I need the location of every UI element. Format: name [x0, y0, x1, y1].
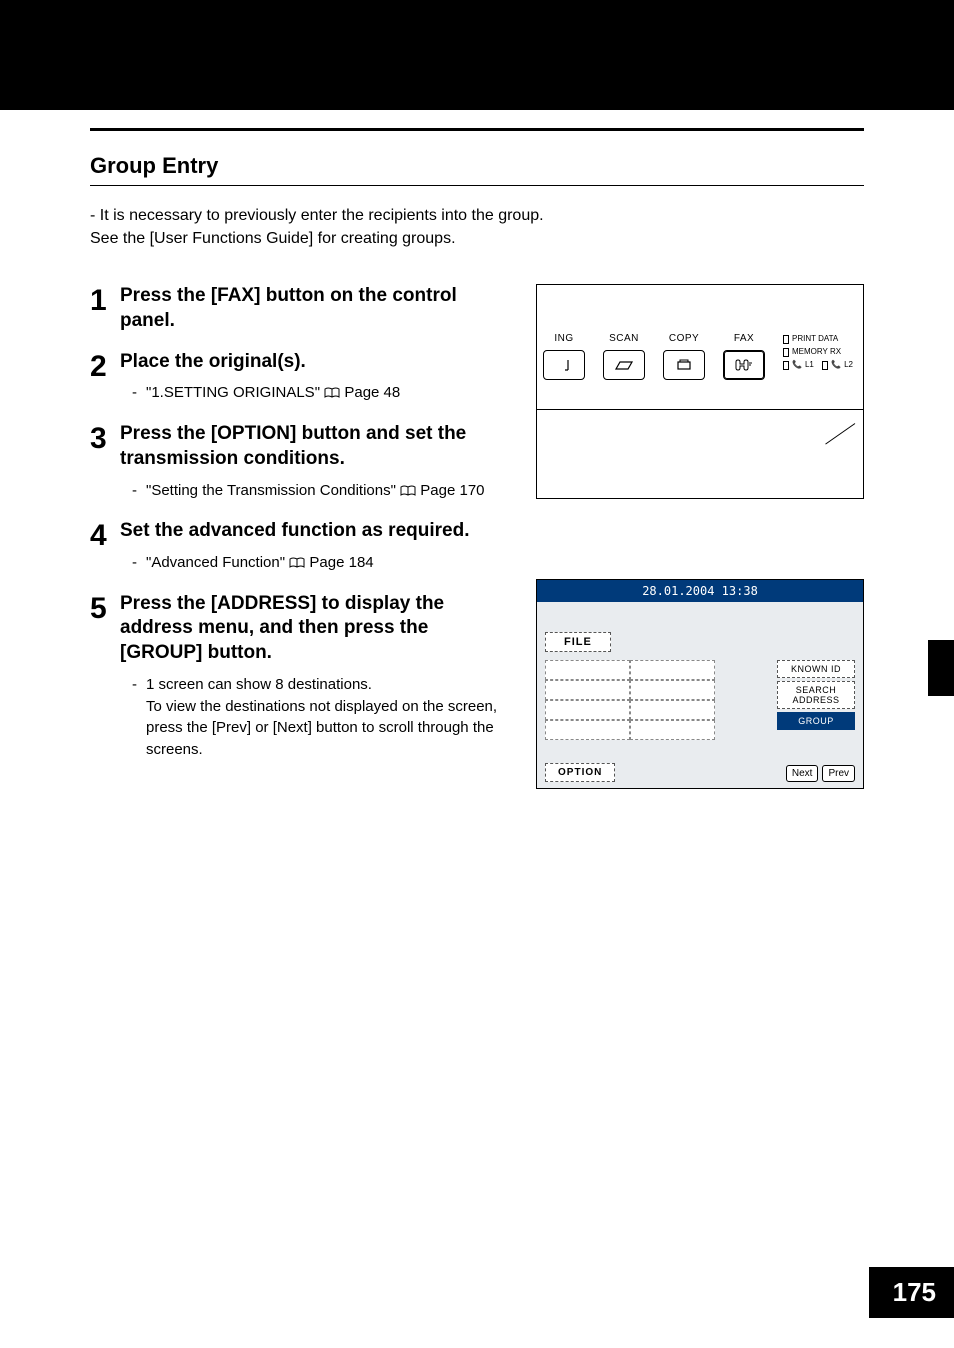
panel-divider: [537, 409, 863, 410]
panel-btn-ing[interactable]: [543, 350, 585, 380]
panel-edge-line: [825, 423, 855, 444]
address-cell[interactable]: [545, 680, 630, 700]
figure-touchscreen: 28.01.2004 13:38 FILE KNOWN ID SEARCH AD…: [536, 579, 864, 789]
led-icon: [783, 335, 789, 344]
address-cell[interactable]: [630, 720, 715, 740]
led-icon: [783, 361, 789, 370]
step-number: 4: [90, 521, 120, 551]
copy-icon: [675, 358, 693, 372]
step-3-sub: - "Setting the Transmission Conditions" …: [132, 480, 506, 502]
step-1: 1 Press the [FAX] button on the control …: [90, 284, 506, 341]
step-5-sub-line1: 1 screen can show 8 destinations.: [146, 676, 372, 693]
panel-label-copy: COPY: [663, 333, 705, 344]
step-4-sub: - "Advanced Function" Page 184: [132, 552, 506, 574]
fax-handset-icon: [734, 357, 754, 373]
step-3-title: Press the [OPTION] button and set the tr…: [120, 422, 506, 471]
header-black-bar: [0, 0, 954, 110]
panel-col-fax: FAX: [723, 333, 765, 380]
panel-btn-scan[interactable]: [603, 350, 645, 380]
intro-text: - It is necessary to previously enter th…: [90, 204, 864, 250]
touchscreen-file-tab[interactable]: FILE: [545, 632, 611, 652]
step-2-ref-text: "1.SETTING ORIGINALS": [146, 384, 324, 401]
indicator-print-data: PRINT DATA: [792, 333, 838, 346]
address-cell[interactable]: [630, 680, 715, 700]
page-number: 175: [869, 1267, 954, 1318]
step-3-page-ref: Page 170: [420, 482, 484, 499]
step-2: 2 Place the original(s). - "1.SETTING OR…: [90, 350, 506, 414]
panel-btn-fax[interactable]: [723, 350, 765, 380]
panel-label-ing: ING: [543, 333, 585, 344]
step-2-page-ref: Page 48: [344, 384, 400, 401]
step-5-title: Press the [ADDRESS] to display the addre…: [120, 592, 506, 666]
side-thumb-tab: [928, 640, 954, 696]
step-number: 2: [90, 352, 120, 382]
step-5-sub: - 1 screen can show 8 destinations. To v…: [132, 674, 506, 761]
touchscreen-next-button[interactable]: Next: [786, 765, 819, 782]
step-5: 5 Press the [ADDRESS] to display the add…: [90, 592, 506, 771]
intro-dash: -: [90, 207, 100, 224]
touchscreen-group-button[interactable]: GROUP: [777, 712, 855, 730]
led-icon: [783, 348, 789, 357]
book-icon: [400, 482, 416, 494]
section-underline: [90, 185, 864, 186]
panel-label-fax: FAX: [723, 333, 765, 344]
step-3-ref-text: "Setting the Transmission Conditions": [146, 482, 400, 499]
step-4-ref-text: "Advanced Function": [146, 554, 289, 571]
panel-indicators: PRINT DATA MEMORY RX 📞L1 📞L2: [783, 333, 853, 371]
address-cell[interactable]: [630, 700, 715, 720]
step-5-sub-line2: To view the destinations not displayed o…: [146, 696, 506, 761]
page-content: Group Entry - It is necessary to previou…: [0, 131, 954, 869]
scanner-icon: [614, 358, 634, 372]
touchscreen-search-address-button[interactable]: SEARCH ADDRESS: [777, 681, 855, 709]
touchscreen-address-grid: [545, 660, 715, 740]
step-1-title: Press the [FAX] button on the control pa…: [120, 284, 506, 333]
book-icon: [289, 554, 305, 566]
intro-line-2: See the [User Functions Guide] for creat…: [90, 230, 456, 247]
figure-control-panel: ING SCAN COPY: [536, 284, 864, 499]
touchscreen-datetime: 28.01.2004 13:38: [537, 580, 863, 602]
indicator-l1: L1: [805, 359, 814, 372]
panel-label-scan: SCAN: [603, 333, 645, 344]
step-2-title: Place the original(s).: [120, 350, 506, 375]
panel-col-scan: SCAN: [603, 333, 645, 380]
address-cell[interactable]: [545, 720, 630, 740]
section-title: Group Entry: [90, 153, 864, 179]
address-cell[interactable]: [545, 660, 630, 680]
bullet-dash: -: [132, 674, 146, 696]
step-number: 3: [90, 424, 120, 454]
bullet-dash: -: [132, 480, 146, 502]
step-4-title: Set the advanced function as required.: [120, 519, 506, 544]
panel-col-copy: COPY: [663, 333, 705, 380]
step-4: 4 Set the advanced function as required.…: [90, 519, 506, 583]
bullet-dash: -: [132, 552, 146, 574]
panel-col-ing: ING: [543, 333, 585, 380]
panel-btn-copy[interactable]: [663, 350, 705, 380]
step-4-page-ref: Page 184: [309, 554, 373, 571]
touchscreen-prev-button[interactable]: Prev: [822, 765, 855, 782]
led-icon: [822, 361, 828, 370]
step-number: 5: [90, 594, 120, 624]
scan-fragment-icon: [557, 358, 571, 372]
bullet-dash: -: [132, 382, 146, 404]
touchscreen-known-id-button[interactable]: KNOWN ID: [777, 660, 855, 678]
step-number: 1: [90, 286, 120, 316]
intro-line-1: It is necessary to previously enter the …: [100, 207, 544, 224]
book-icon: [324, 384, 340, 396]
step-3: 3 Press the [OPTION] button and set the …: [90, 422, 506, 511]
address-cell[interactable]: [630, 660, 715, 680]
touchscreen-option-button[interactable]: OPTION: [545, 763, 615, 782]
indicator-l2: L2: [844, 359, 853, 372]
step-2-sub: - "1.SETTING ORIGINALS" Page 48: [132, 382, 506, 404]
indicator-memory-rx: MEMORY RX: [792, 346, 841, 359]
address-cell[interactable]: [545, 700, 630, 720]
